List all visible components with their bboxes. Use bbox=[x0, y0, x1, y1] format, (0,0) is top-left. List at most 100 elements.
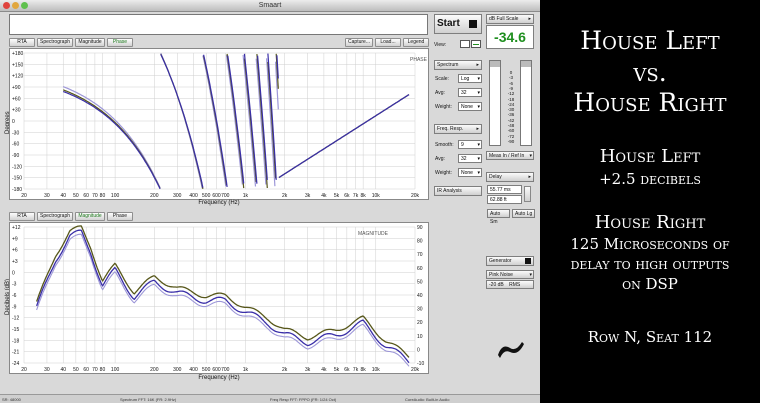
magnitude-plot-name: MAGNITUDE bbox=[358, 231, 389, 237]
lower-tab-rta[interactable]: RTA bbox=[9, 212, 35, 221]
freq-resp-panel-button[interactable]: Freq. Resp. ▸ bbox=[434, 124, 482, 134]
phase-x-tick: 2k bbox=[282, 193, 288, 199]
upper-tab-spectrograph[interactable]: Spectrograph bbox=[37, 38, 73, 47]
generator-signal-value: Pink Noise bbox=[489, 272, 513, 278]
meter-scale-tick: 0 bbox=[509, 70, 513, 75]
magnitude-trace-house-right bbox=[35, 229, 410, 364]
slide-title-line-2: vs. bbox=[633, 58, 667, 87]
delay-panel-button[interactable]: Delay ▸ bbox=[486, 172, 534, 182]
delay-ms-field[interactable]: 55.77 ms bbox=[487, 185, 522, 194]
dropdown-arrow-icon: ▾ bbox=[477, 170, 480, 176]
meter-scale-tick: -30 bbox=[507, 107, 515, 113]
view-split-icon[interactable] bbox=[471, 40, 481, 48]
phase-x-tick: 30 bbox=[44, 193, 50, 199]
generator-label: Generator bbox=[489, 258, 512, 264]
start-button[interactable]: Start bbox=[434, 14, 482, 34]
slide-title-line-3: House Right bbox=[573, 88, 727, 117]
slide-title-line-1: House Left bbox=[580, 26, 720, 55]
magnitude-x-tick: 8k bbox=[360, 367, 366, 373]
delay-ft-field[interactable]: 62.88 ft bbox=[487, 195, 522, 204]
magnitude-x-tick: 2k bbox=[282, 367, 288, 373]
phase-x-tick: 40 bbox=[60, 193, 66, 199]
house-right-detail-2: delay to high outputs bbox=[570, 255, 730, 273]
phase-x-tick: 200 bbox=[150, 193, 159, 199]
generator-panel-button[interactable]: Generator bbox=[486, 256, 534, 266]
upper-tab-phase[interactable]: Phase bbox=[107, 38, 133, 47]
auto-sm-button[interactable]: Auto Sm bbox=[487, 209, 510, 225]
dropdown-arrow-icon: ▾ bbox=[477, 90, 480, 96]
lower-tab-spectrograph[interactable]: Spectrograph bbox=[37, 212, 73, 221]
scale-value: Log bbox=[461, 76, 470, 82]
phase-plot-svg: +180+150+120+90+60+300-30-60-90-120-150-… bbox=[12, 51, 428, 199]
phase-y-tick: -60 bbox=[12, 142, 19, 148]
delay-stepper[interactable] bbox=[524, 186, 531, 202]
generator-level-select[interactable]: -20 dB RMS bbox=[486, 280, 534, 289]
spectrum-avg-label: Avg: bbox=[435, 90, 445, 96]
lower-tab-phase[interactable]: Phase bbox=[107, 212, 133, 221]
scale-select[interactable]: Log ▾ bbox=[458, 74, 482, 83]
notes-textbox[interactable] bbox=[9, 14, 428, 35]
view-label: View: bbox=[434, 42, 447, 48]
magnitude-y2-tick: 60 bbox=[417, 266, 423, 272]
phase-x-axis-label: Frequency (Hz) bbox=[198, 200, 240, 206]
magnitude-x-tick: 30 bbox=[44, 367, 50, 373]
spectrum-weight-select[interactable]: None ▾ bbox=[458, 102, 482, 111]
generator-toggle-icon bbox=[525, 258, 531, 264]
generator-level-unit: RMS bbox=[509, 282, 521, 288]
magnitude-x-tick: 100 bbox=[111, 367, 120, 373]
magnitude-x-tick: 20 bbox=[21, 367, 27, 373]
db-full-scale-button[interactable]: dB Full Scale ▸ bbox=[486, 14, 534, 24]
magnitude-y-tick: +12 bbox=[12, 225, 21, 231]
upper-load-button[interactable]: Load... bbox=[375, 38, 401, 47]
spectrum-avg-select[interactable]: 32 ▾ bbox=[458, 88, 482, 97]
upper-tab-rta[interactable]: RTA bbox=[9, 38, 35, 47]
meter-scale-tick: -48 bbox=[507, 123, 515, 128]
view-single-icon[interactable] bbox=[460, 40, 470, 48]
magnitude-y-tick: -12 bbox=[12, 316, 19, 322]
magnitude-x-tick: 6k bbox=[344, 367, 350, 373]
spectrum-weight-label: Weight: bbox=[435, 104, 452, 110]
upper-tab-magnitude[interactable]: Magnitude bbox=[75, 38, 105, 47]
spectrum-weight-value: None bbox=[461, 104, 473, 110]
phase-y-tick: +60 bbox=[12, 96, 21, 102]
smooth-select[interactable]: 9 ▾ bbox=[458, 140, 482, 149]
magnitude-x-axis-label: Frequency (Hz) bbox=[198, 375, 240, 381]
magnitude-y-tick: +6 bbox=[12, 248, 18, 254]
upper-capture-button[interactable]: Capture... bbox=[345, 38, 373, 47]
freq-weight-label: Weight: bbox=[435, 170, 452, 176]
meter-scale-tick: -9 bbox=[508, 85, 513, 91]
ir-analysis-button[interactable]: IR Analysis bbox=[434, 186, 482, 196]
magnitude-x-tick: 400 bbox=[189, 367, 198, 373]
magnitude-y-tick: -18 bbox=[12, 338, 19, 344]
freq-resp-label: Freq. Resp. bbox=[437, 126, 464, 132]
smooth-label: Smooth: bbox=[435, 142, 454, 148]
magnitude-y-tick: -9 bbox=[12, 304, 17, 310]
spectrum-panel-button[interactable]: Spectrum ▸ bbox=[434, 60, 482, 70]
magnitude-x-tick: 300 bbox=[173, 367, 182, 373]
magnitude-x-tick: 70 bbox=[92, 367, 98, 373]
freq-avg-select[interactable]: 32 ▾ bbox=[458, 154, 482, 163]
phase-y-tick: -150 bbox=[12, 176, 22, 182]
phase-x-tick: 7k bbox=[353, 193, 359, 199]
phase-y-tick: +150 bbox=[12, 62, 23, 68]
phase-plot[interactable]: +180 +150 +120 +90 +60 +30 0 -30 -60 -90 -120 -150-… bbox=[9, 48, 429, 200]
magnitude-x-tick: 4k bbox=[321, 367, 327, 373]
meter-scale-tick: -18 bbox=[507, 96, 515, 102]
meter-scale-tick: -36 bbox=[507, 112, 515, 118]
magnitude-x-tick: 5k bbox=[334, 367, 340, 373]
phase-x-tick: 6k bbox=[344, 193, 350, 199]
generator-signal-select[interactable]: Pink Noise ▾ bbox=[486, 270, 534, 279]
magnitude-x-tick: 80 bbox=[100, 367, 106, 373]
house-left-detail: +2.5 decibels bbox=[599, 170, 701, 188]
status-freq-resp-fft: Freq Resp FFT: FPPO (FR: 1/24 Oct) bbox=[270, 397, 337, 402]
upper-legend-button[interactable]: Legend bbox=[403, 38, 429, 47]
magnitude-plot[interactable]: +12 +9 +6 +3 0 -3 -6 -9 -12 -15 -18 -21 -24 90 80 70 60 5… bbox=[9, 222, 429, 374]
magnitude-x-tick: 60 bbox=[83, 367, 89, 373]
meas-ref-select[interactable]: Meas In / Ref In ▾ bbox=[486, 151, 534, 160]
phase-x-tick: 60 bbox=[83, 193, 89, 199]
auto-lg-button[interactable]: Auto Lg bbox=[512, 209, 535, 218]
magnitude-y-tick: -6 bbox=[12, 293, 17, 299]
lower-tab-magnitude[interactable]: Magnitude bbox=[75, 212, 105, 221]
phase-x-tick: 20 bbox=[21, 193, 27, 199]
freq-weight-select[interactable]: None ▾ bbox=[458, 168, 482, 177]
